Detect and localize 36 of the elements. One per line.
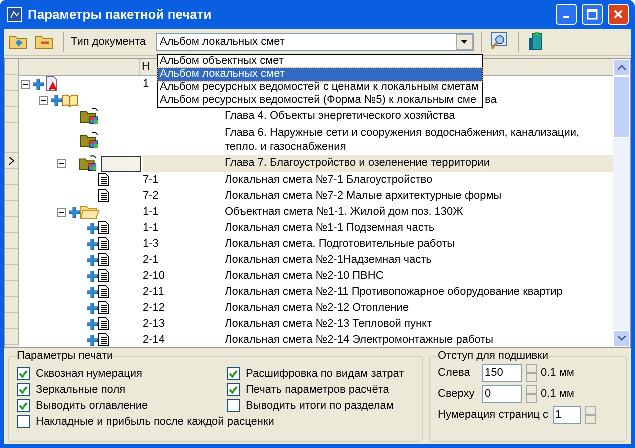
unit-label: 0.1 мм xyxy=(541,367,574,379)
window-title: Параметры пакетной печати xyxy=(28,7,213,22)
row-number: 2-11 xyxy=(143,286,164,298)
group-title: Отступ для подшивки xyxy=(438,350,549,362)
row-number: 1-1 xyxy=(143,222,159,234)
unit-label: 0.1 мм xyxy=(541,388,574,400)
row-number: 2-14 xyxy=(143,334,166,346)
row-number: 2-13 xyxy=(143,318,166,330)
row-title: ва xyxy=(485,94,497,106)
row-number: 2-1 xyxy=(143,254,159,266)
row-title: Объектная смета №1-1. Жилой дом поз. 130Ж xyxy=(225,206,464,218)
row-title: Локальная смета №1-1 Подземная часть xyxy=(225,222,435,234)
field-label: Нумерация страниц с xyxy=(438,409,549,421)
row-number: 2-10 xyxy=(143,270,166,282)
row-title: Локальная смета №2-12 Отопление xyxy=(225,302,410,314)
row-number: 1 xyxy=(143,78,150,90)
row-number: 7-1 xyxy=(143,174,159,186)
row-title: Локальная смета №2-14 Электромонтажные работы xyxy=(225,334,494,346)
row-number: 1-3 xyxy=(143,238,159,250)
row-title: Локальная смета №7-1 Благоустройство xyxy=(225,174,433,186)
row-number: 1-1 xyxy=(143,206,159,218)
row-number: 2-12 xyxy=(143,302,166,314)
doc-type-label: Тип документа xyxy=(71,36,146,48)
row-title: Локальная смета №2-11 Противопожарное оборудование квартир xyxy=(225,286,563,298)
field-label: Сверху xyxy=(438,388,476,400)
row-title: Глава 7. Благоустройство и озеленение территории xyxy=(225,157,490,169)
row-title: Глава 6. Наружные сети и сооружения водоснабжения, канализации, тепло. и газоснабжения xyxy=(225,127,580,153)
row-title: Локальная смета. Подготовительные работы xyxy=(225,238,456,250)
row-number: 7-2 xyxy=(143,190,159,202)
group-title: Параметры печати xyxy=(17,350,114,362)
row-title: Глава 4. Объекты энергетического хозяйства xyxy=(225,110,456,122)
row-title: Локальная смета №2-13 Тепловой пункт xyxy=(225,318,432,330)
field-label: Слева xyxy=(438,367,472,379)
row-title: Локальная смета №2-10 ПВНС xyxy=(225,270,384,282)
row-title: Локальная смета №7-2 Малые архитектурные формы xyxy=(225,190,502,202)
row-title: Локальная смета №2-1Надземная часть xyxy=(225,254,432,266)
